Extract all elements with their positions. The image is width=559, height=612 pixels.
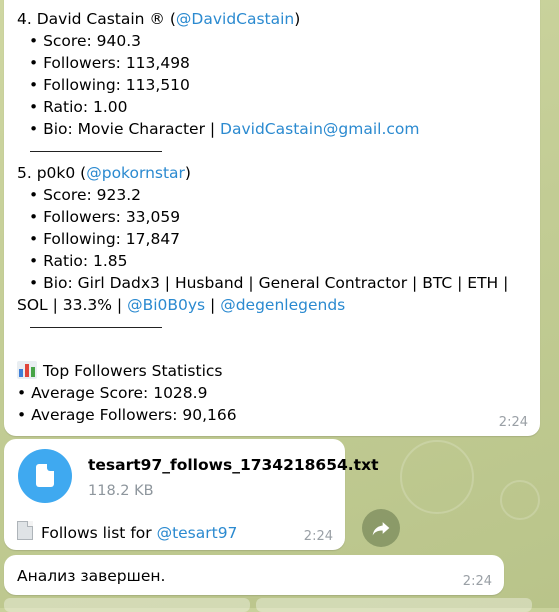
file-download-button[interactable]: [18, 449, 72, 503]
stats-title: Top Followers Statistics: [17, 360, 508, 382]
entry5-bio-handle2-link[interactable]: @degenlegends: [220, 296, 345, 314]
entry4-paren: ): [294, 10, 301, 28]
entry5-ratio: • Ratio: 1.85: [29, 252, 128, 270]
entry4-bio-text: • Bio: Movie Character |: [29, 120, 221, 138]
entry5-bio-line2: SOL | 33.3% | @Bi0B0ys | @degenlegends: [17, 294, 508, 316]
keyboard-button[interactable]: [4, 598, 250, 612]
entry4-bio: • Bio: Movie Character | DavidCastain@gm…: [17, 118, 508, 140]
done-message[interactable]: Анализ завершен. 2:24: [4, 555, 504, 595]
separator: [17, 316, 508, 338]
file-caption-text: Follows list for: [41, 524, 157, 542]
entry4-score: • Score: 940.3: [29, 32, 142, 50]
separator: [17, 140, 508, 162]
stats-avg-score: • Average Score: 1028.9: [17, 384, 208, 402]
message-time: 2:24: [462, 574, 492, 589]
document-icon: [36, 464, 54, 487]
entry5-followers: • Followers: 33,059: [29, 208, 181, 226]
keyboard-button[interactable]: [256, 598, 532, 612]
entry5-bio-text: SOL | 33.3% |: [17, 296, 128, 314]
stats-title-text: Top Followers Statistics: [43, 362, 223, 380]
stats-avg-followers: • Average Followers: 90,166: [17, 406, 237, 424]
background-doodle: [500, 480, 540, 520]
entry5-name: 5. p0k0 (: [17, 164, 87, 182]
bar-chart-icon: [17, 361, 37, 379]
entry5-handle-link[interactable]: @pokornstar: [86, 164, 185, 182]
entry4-title: 4. David Castain ® (@DavidCastain): [17, 8, 508, 30]
forward-button[interactable]: [362, 509, 400, 547]
file-name[interactable]: tesart97_follows_1734218654.txt: [88, 456, 379, 474]
page-icon: [17, 521, 33, 540]
file-caption: Follows list for @tesart97: [17, 521, 237, 542]
entry5-bio-sep: |: [205, 296, 221, 314]
entry5-score: • Score: 923.2: [29, 186, 142, 204]
message-time: 2:24: [498, 415, 528, 430]
background-doodle: [400, 440, 474, 514]
entry5-title: 5. p0k0 (@pokornstar): [17, 162, 508, 184]
entry5-paren: ): [184, 164, 191, 182]
entry4-email-link[interactable]: DavidCastain@gmail.com: [220, 120, 419, 138]
entry4-name: 4. David Castain ® (: [17, 10, 176, 28]
entry4-ratio: • Ratio: 1.00: [29, 98, 128, 116]
done-text: Анализ завершен.: [17, 567, 166, 585]
file-caption-handle-link[interactable]: @tesart97: [157, 524, 238, 542]
file-size: 118.2 KB: [88, 483, 154, 499]
forward-arrow-icon: [372, 522, 390, 536]
results-message[interactable]: 4. David Castain ® (@DavidCastain) • Sco…: [4, 0, 540, 436]
entry4-following: • Following: 113,510: [29, 76, 190, 94]
entry5-following: • Following: 17,847: [29, 230, 181, 248]
entry5-bio-handle1-link[interactable]: @Bi0B0ys: [127, 296, 205, 314]
entry5-bio-line1: • Bio: Girl Dadx3 | Husband | General Co…: [29, 274, 509, 292]
file-message[interactable]: tesart97_follows_1734218654.txt 118.2 KB…: [4, 439, 379, 550]
entry4-followers: • Followers: 113,498: [29, 54, 190, 72]
entry4-handle-link[interactable]: @DavidCastain: [176, 10, 294, 28]
message-time: 2:24: [303, 529, 333, 544]
